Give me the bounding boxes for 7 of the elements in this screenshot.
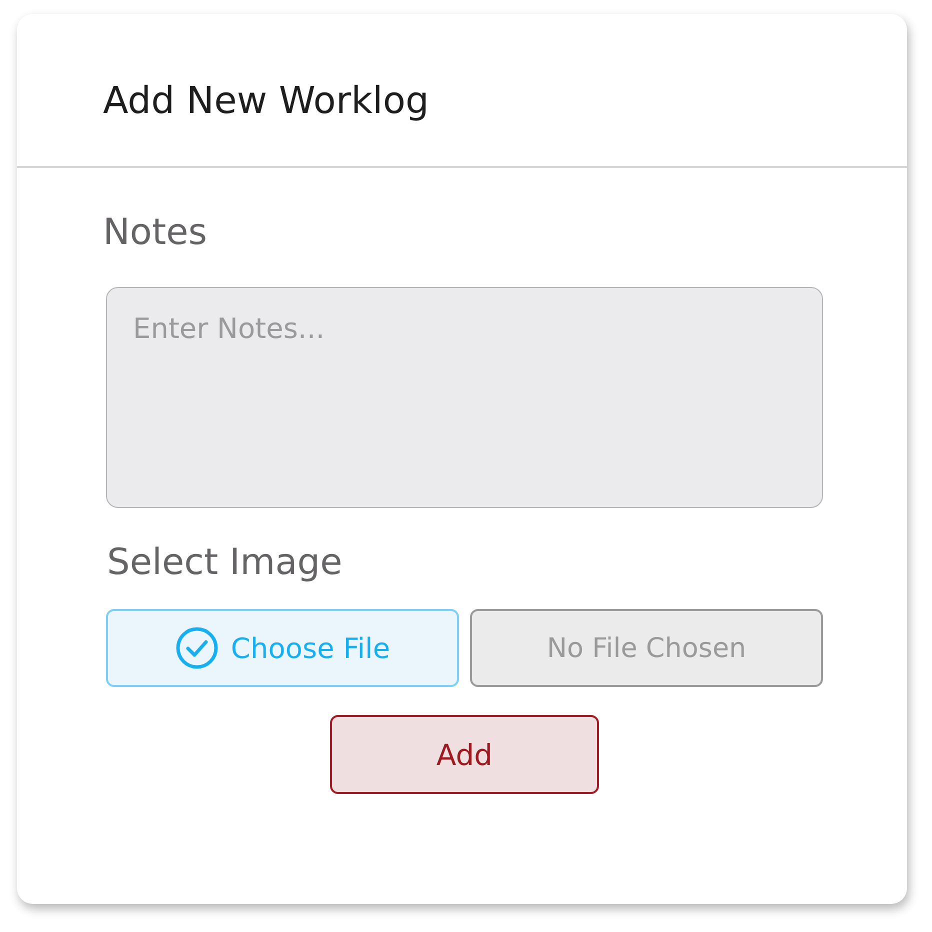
notes-label: Notes [103,212,207,253]
dialog-title: Add New Worklog [103,78,429,122]
add-button[interactable]: Add [330,715,599,794]
notes-field[interactable]: Enter Notes... [106,287,823,508]
check-circle-icon [174,626,219,670]
select-image-label: Select Image [107,542,342,583]
file-status-field: No File Chosen [470,609,823,687]
